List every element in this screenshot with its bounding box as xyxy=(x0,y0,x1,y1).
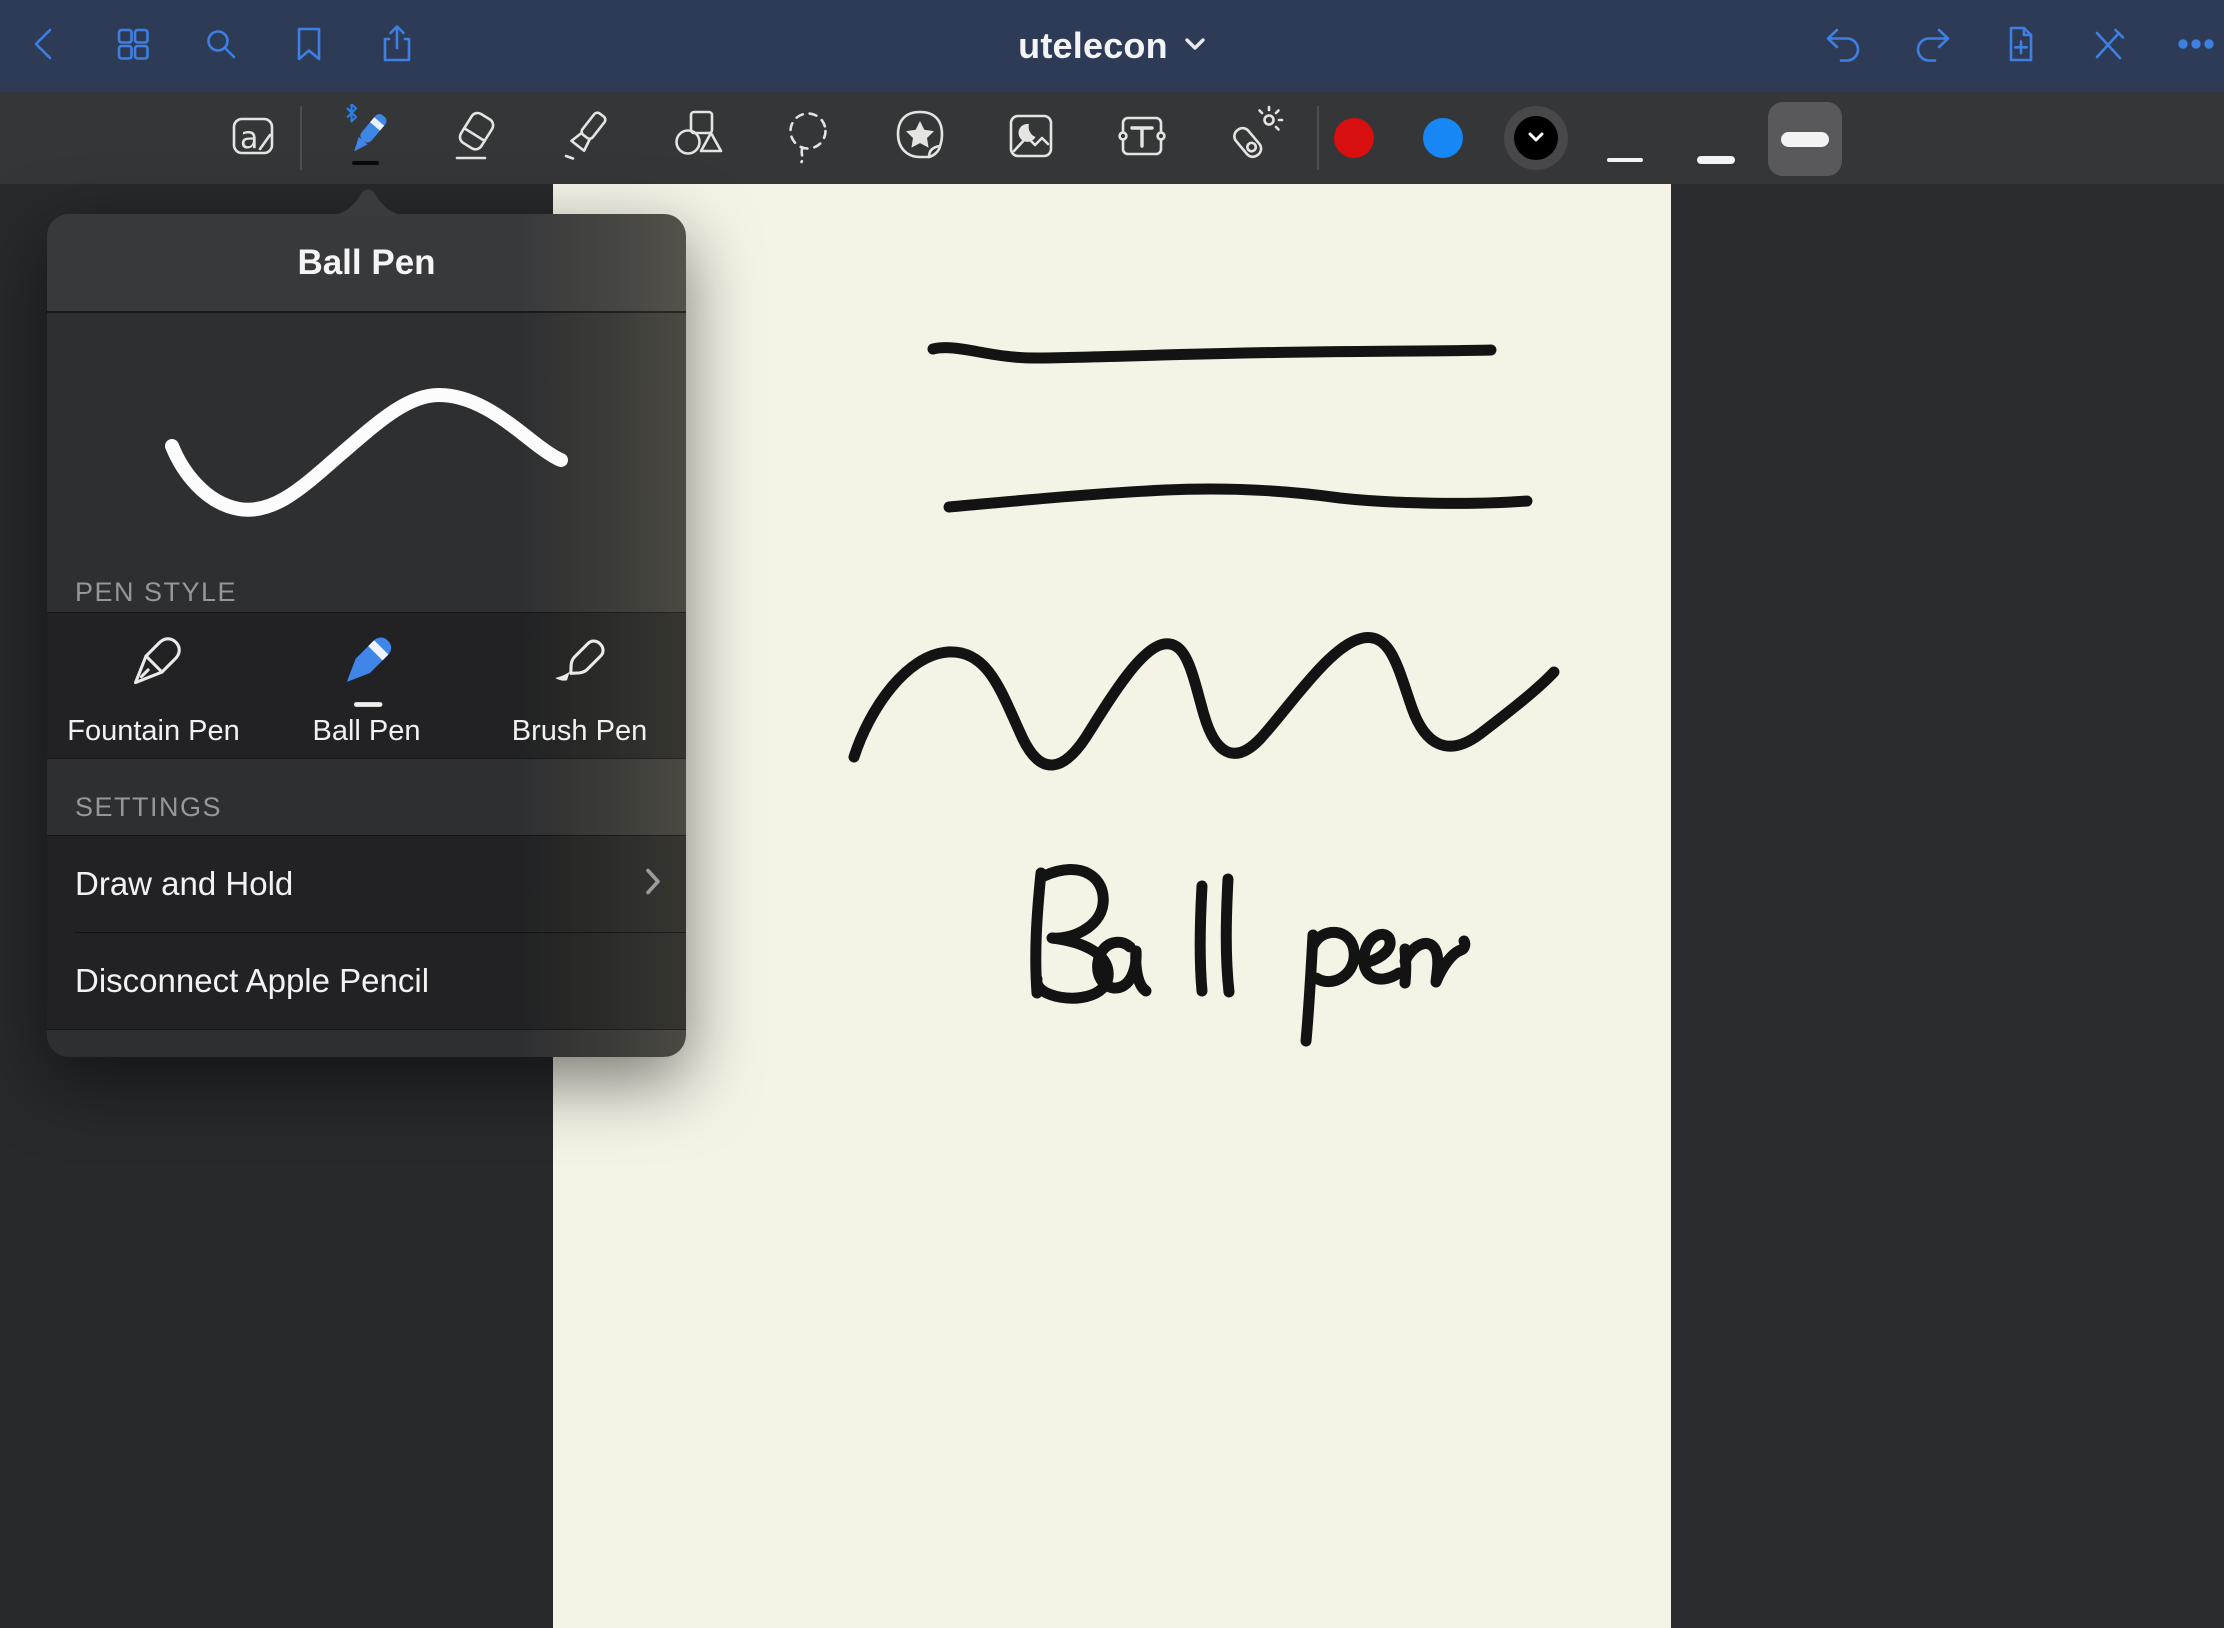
ball-pen-icon xyxy=(329,627,405,713)
pen-style-label: Ball Pen xyxy=(312,715,420,748)
lasso-tool[interactable] xyxy=(777,92,841,184)
add-page-button[interactable] xyxy=(1998,24,2042,68)
stroke-horizontal-line-2 xyxy=(949,489,1527,507)
laser-pointer-icon xyxy=(1221,104,1285,173)
color-swatch-red[interactable] xyxy=(1334,118,1374,158)
chevron-down-icon xyxy=(1184,37,1206,56)
thickness-thick-button-selected[interactable] xyxy=(1768,102,1842,176)
ellipsis-icon xyxy=(2174,22,2218,71)
canvas-background-right xyxy=(1671,184,2224,1628)
text-icon xyxy=(1110,104,1174,173)
svg-text:a: a xyxy=(240,121,258,156)
chevron-right-icon xyxy=(644,867,662,902)
pen-style-fountain-pen[interactable]: Fountain Pen xyxy=(47,613,260,758)
pen-crossed-icon xyxy=(2086,22,2130,71)
disconnect-apple-pencil-row[interactable]: Disconnect Apple Pencil xyxy=(47,933,686,1029)
pen-style-label: Fountain Pen xyxy=(67,715,240,748)
shapes-icon xyxy=(666,104,730,173)
navbar: utelecon xyxy=(0,0,2224,92)
redo-button[interactable] xyxy=(1910,24,1954,68)
thickness-thin-button[interactable] xyxy=(1607,158,1643,162)
undo-button[interactable] xyxy=(1822,24,1866,68)
pen-settings-popup: Ball Pen PEN STYLE Fountain Pen xyxy=(47,214,686,1057)
popup-header: Ball Pen xyxy=(47,214,686,311)
laser-pointer-tool[interactable] xyxy=(1221,92,1285,184)
pen-style-ball-pen-selected[interactable]: Ball Pen xyxy=(260,613,473,758)
pen-style-section-label: PEN STYLE xyxy=(75,577,237,608)
disconnect-apple-pencil-label: Disconnect Apple Pencil xyxy=(75,962,429,1000)
color-swatch-blue[interactable] xyxy=(1423,118,1463,158)
pen-style-options: Fountain Pen Ball Pen xyxy=(47,612,686,759)
document-title: utelecon xyxy=(1018,25,1168,67)
more-button[interactable] xyxy=(2174,24,2218,68)
eraser-tool[interactable] xyxy=(444,92,508,184)
draw-and-hold-label: Draw and Hold xyxy=(75,865,293,903)
lasso-icon xyxy=(777,104,841,173)
settings-section-label: SETTINGS xyxy=(75,792,222,823)
zoom-window-icon: a xyxy=(221,104,285,173)
add-page-icon xyxy=(1998,22,2042,71)
elements-tool[interactable] xyxy=(888,92,952,184)
goodnotes-window: utelecon a xyxy=(0,0,2224,1628)
ink-strokes xyxy=(553,184,1671,1628)
thickness-medium-button[interactable] xyxy=(1697,156,1735,164)
eraser-icon xyxy=(444,104,508,173)
draw-and-hold-row[interactable]: Draw and Hold xyxy=(47,836,686,932)
stroke-preview xyxy=(47,313,686,584)
toolbar-divider xyxy=(300,106,302,170)
navbar-right-group xyxy=(1822,0,2218,92)
chevron-down-icon xyxy=(1528,129,1544,147)
pen-style-brush-pen[interactable]: Brush Pen xyxy=(473,613,686,758)
shapes-tool[interactable] xyxy=(666,92,730,184)
image-icon xyxy=(999,104,1063,173)
highlighter-icon xyxy=(555,104,619,173)
fountain-pen-icon xyxy=(116,627,192,713)
stroke-wavy-line xyxy=(854,638,1554,766)
color-swatch-black-selected[interactable] xyxy=(1504,106,1568,170)
redo-icon xyxy=(1910,22,1954,71)
zoom-window-tool[interactable]: a xyxy=(221,92,285,184)
highlighter-tool[interactable] xyxy=(555,92,619,184)
undo-icon xyxy=(1822,22,1866,71)
popup-title: Ball Pen xyxy=(297,243,435,283)
popup-arrow xyxy=(330,187,406,216)
text-tool[interactable] xyxy=(1110,92,1174,184)
pen-style-label: Brush Pen xyxy=(512,715,647,748)
sticker-star-icon xyxy=(888,104,952,173)
pen-tool[interactable] xyxy=(333,92,397,184)
settings-rows: Draw and Hold Disconnect Apple Pencil xyxy=(47,835,686,1030)
brush-pen-icon xyxy=(542,627,618,713)
handwriting-ball-pen xyxy=(1036,870,1465,1041)
stroke-horizontal-line-1 xyxy=(933,348,1491,358)
image-tool[interactable] xyxy=(999,92,1063,184)
pen-icon xyxy=(333,104,397,173)
readonly-toggle-button[interactable] xyxy=(2086,24,2130,68)
toolbar-divider xyxy=(1317,106,1319,170)
toolbar: a xyxy=(0,92,2224,184)
